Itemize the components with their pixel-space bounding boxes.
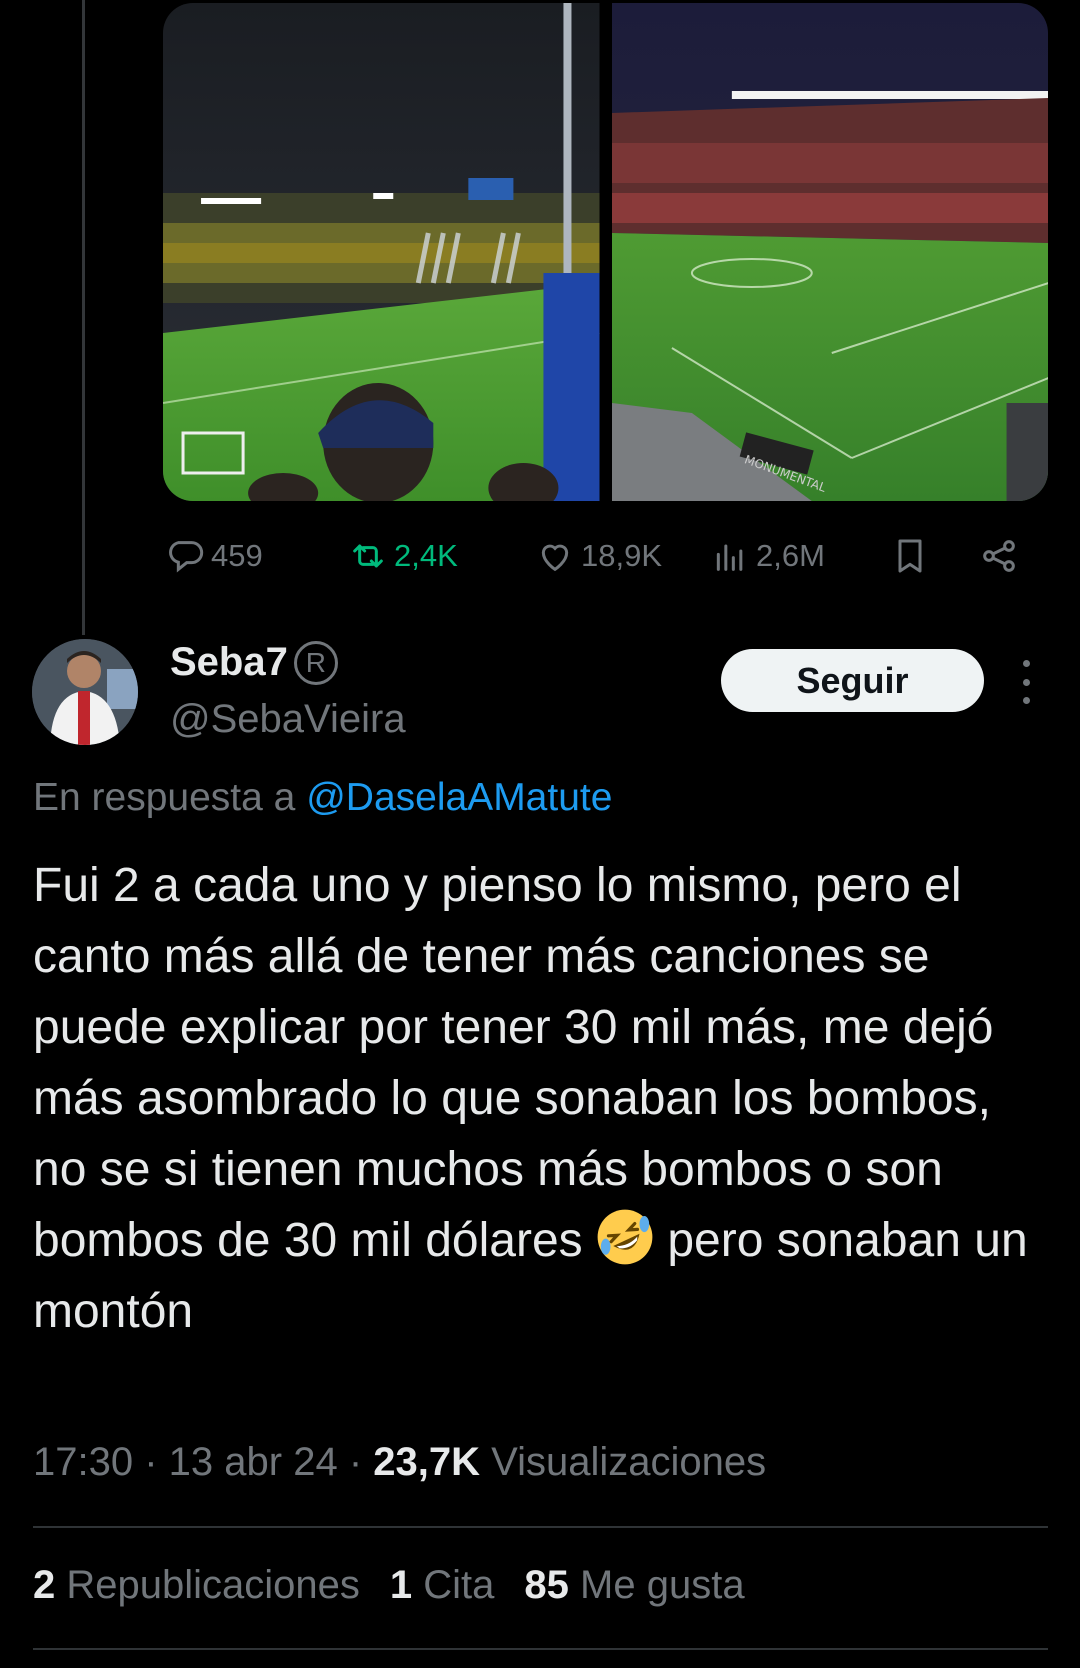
stadium-photo-left[interactable] xyxy=(163,3,600,501)
tweet-date[interactable]: 13 abr 24 xyxy=(169,1440,338,1484)
bookmark-button[interactable] xyxy=(890,536,930,576)
views-chart-icon xyxy=(716,544,743,571)
reply-context: En respuesta a @DaselaAMatute xyxy=(33,776,612,820)
reply-count: 459 xyxy=(211,538,263,573)
divider xyxy=(33,1526,1048,1528)
quotes-stat[interactable]: 1 Cita xyxy=(390,1563,495,1608)
quotes-label: Cita xyxy=(423,1563,495,1607)
heart-icon xyxy=(541,544,569,572)
tweet-views-label: Visualizaciones xyxy=(491,1440,767,1484)
retweet-button[interactable]: 2,4K xyxy=(348,536,458,576)
thread-connector-line xyxy=(82,0,85,635)
reply-mention-link[interactable]: @DaselaAMatute xyxy=(306,776,612,819)
more-options-icon[interactable] xyxy=(1010,660,1042,704)
reposts-stat[interactable]: 2 Republicaciones xyxy=(33,1563,360,1608)
tweet-text-main: Fui 2 a cada uno y pienso lo mismo, pero… xyxy=(33,859,994,1267)
reply-prefix: En respuesta a xyxy=(33,776,296,819)
retweet-icon xyxy=(353,544,383,568)
tweet-action-bar: 459 2,4K 18,9K 2,6M xyxy=(165,530,1045,582)
views-count: 2,6M xyxy=(756,538,825,573)
display-name-text: Seba7 xyxy=(170,640,288,684)
share-icon xyxy=(983,540,1015,572)
reposts-count: 2 xyxy=(33,1563,56,1607)
reply-icon xyxy=(169,541,204,573)
stadium-photo-left-image xyxy=(163,3,600,501)
avatar[interactable] xyxy=(32,639,138,745)
likes-stat[interactable]: 85 Me gusta xyxy=(524,1563,744,1608)
media-grid: MONUMENTAL xyxy=(163,3,1048,501)
avatar-image xyxy=(32,639,138,745)
stadium-photo-right[interactable]: MONUMENTAL xyxy=(611,3,1048,501)
likes-label: Me gusta xyxy=(580,1563,745,1607)
reply-button[interactable]: 459 xyxy=(165,536,263,576)
bookmark-icon xyxy=(898,539,922,573)
meta-separator: · xyxy=(144,1440,169,1484)
tweet-time[interactable]: 17:30 xyxy=(33,1440,133,1484)
rolling-on-the-floor-laughing-icon xyxy=(597,1209,653,1265)
follow-button[interactable]: Seguir xyxy=(721,649,984,712)
tweet-views-count: 23,7K xyxy=(373,1440,481,1484)
like-button[interactable]: 18,9K xyxy=(535,536,662,576)
author-display-name[interactable]: Seba7 R xyxy=(170,640,338,685)
reposts-label: Republicaciones xyxy=(66,1563,360,1607)
likes-count: 85 xyxy=(524,1563,569,1607)
retweet-count: 2,4K xyxy=(394,538,458,573)
meta-separator: · xyxy=(348,1440,374,1484)
registered-badge-icon: R xyxy=(293,640,338,685)
like-count: 18,9K xyxy=(581,538,663,573)
tweet-stats: 2 Republicaciones 1 Cita 85 Me gusta xyxy=(33,1563,745,1608)
author-handle[interactable]: @SebaVieira xyxy=(170,697,406,742)
divider xyxy=(33,1648,1048,1650)
share-button[interactable] xyxy=(979,536,1019,576)
stadium-photo-right-image: MONUMENTAL xyxy=(611,3,1048,501)
views-button[interactable]: 2,6M xyxy=(710,536,825,576)
tweet-meta: 17:30 · 13 abr 24 · 23,7K Visualizacione… xyxy=(33,1440,766,1485)
quotes-count: 1 xyxy=(389,1563,413,1607)
tweet-body: Fui 2 a cada uno y pienso lo mismo, pero… xyxy=(33,850,1043,1347)
